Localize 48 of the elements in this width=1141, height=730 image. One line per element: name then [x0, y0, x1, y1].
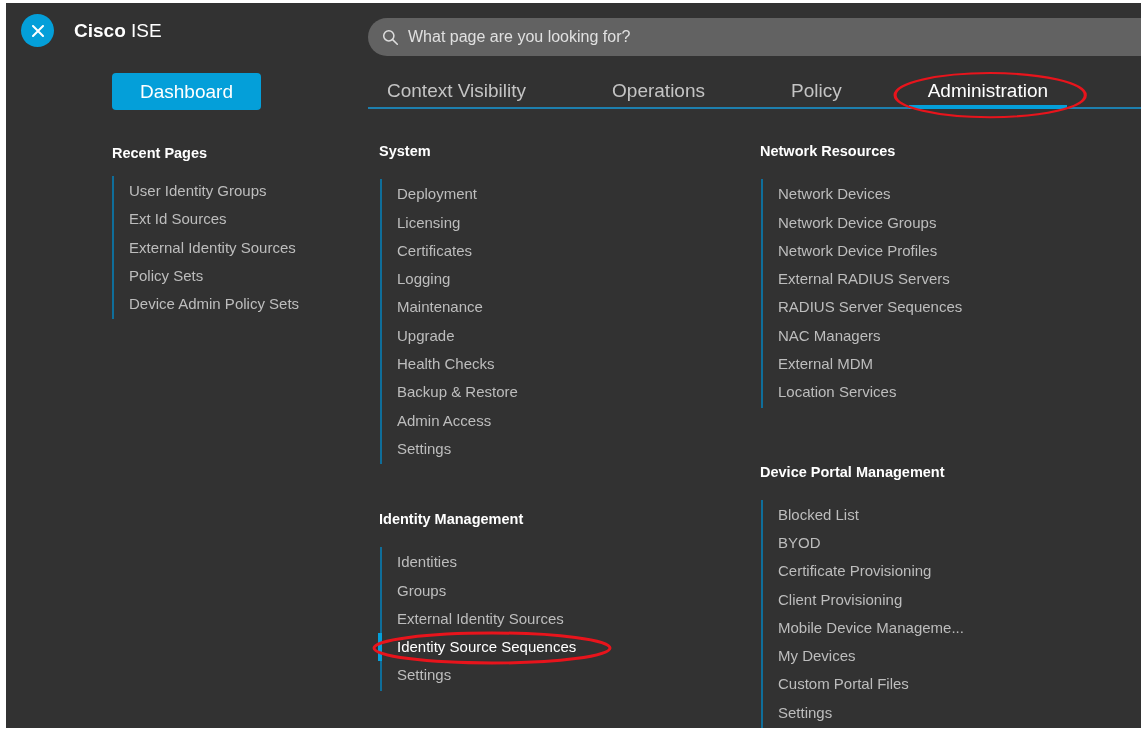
section-heading: Device Portal Management — [760, 463, 946, 480]
menu-link[interactable]: Certificate Provisioning — [763, 557, 932, 586]
menu-link[interactable]: External MDM — [763, 350, 874, 379]
menu-link[interactable]: Logging — [382, 265, 451, 294]
menu-link[interactable]: BYOD — [763, 528, 821, 558]
menu-link[interactable]: Network Device Groups — [763, 208, 937, 237]
menu-link[interactable]: External RADIUS Servers — [763, 265, 950, 294]
recent-page-link[interactable]: External Identity Sources — [114, 233, 300, 262]
section-heading: System — [379, 143, 432, 160]
menu-link[interactable]: Licensing — [382, 208, 461, 237]
menu-link[interactable]: Deployment — [382, 180, 478, 209]
menu-link[interactable]: Maintenance — [382, 293, 483, 322]
menu-link[interactable]: Groups — [382, 576, 447, 605]
menu-link[interactable]: Backup & Restore — [382, 378, 518, 407]
menu-link[interactable]: My Devices — [763, 642, 856, 671]
menu-link[interactable]: Network Devices — [763, 180, 891, 209]
menu-link[interactable]: Settings — [382, 434, 452, 464]
menu-link[interactable]: Admin Access — [382, 406, 492, 435]
menu-link[interactable]: External Identity Sources — [382, 604, 564, 634]
menu-link[interactable]: Custom Portal Files — [763, 670, 909, 699]
menu-link[interactable]: Location Services — [763, 378, 897, 407]
app-title: Cisco ISE — [74, 19, 162, 42]
menu-link[interactable]: Certificates — [382, 236, 473, 266]
search-icon — [382, 29, 399, 46]
search-field[interactable]: What page are you looking for? — [368, 18, 1141, 56]
nav-tab[interactable]: Operations — [593, 77, 724, 110]
section-heading: Recent Pages — [112, 145, 208, 161]
menu-link[interactable]: Blocked List — [763, 500, 859, 529]
section-heading: Identity Management — [379, 511, 525, 528]
menu-link[interactable]: Upgrade — [382, 321, 455, 351]
nav-tab[interactable]: Policy — [772, 77, 861, 110]
menu-link[interactable]: Settings — [382, 661, 452, 690]
recent-page-link[interactable]: Device Admin Policy Sets — [114, 290, 300, 319]
recent-page-link[interactable]: Ext Id Sources — [114, 205, 300, 234]
close-icon — [31, 24, 44, 37]
menu-link[interactable]: Identities — [382, 548, 458, 577]
close-button[interactable] — [21, 14, 54, 47]
menu-link[interactable]: NAC Managers — [763, 321, 881, 351]
menu-link[interactable]: Mobile Device Manageme... — [763, 613, 964, 643]
recent-page-link[interactable]: User Identity Groups — [114, 177, 300, 206]
section-heading: Network Resources — [760, 143, 897, 160]
menu-link[interactable]: RADIUS Server Sequences — [763, 293, 963, 322]
recent-page-link[interactable]: Policy Sets — [114, 261, 300, 291]
menu-link[interactable]: Settings — [763, 698, 833, 727]
menu-link[interactable]: Network Device Profiles — [763, 236, 938, 266]
nav-tab[interactable]: Context Visibility — [368, 77, 546, 110]
menu-link[interactable]: Health Checks — [382, 350, 495, 379]
menu-link[interactable]: Client Provisioning — [763, 585, 903, 614]
